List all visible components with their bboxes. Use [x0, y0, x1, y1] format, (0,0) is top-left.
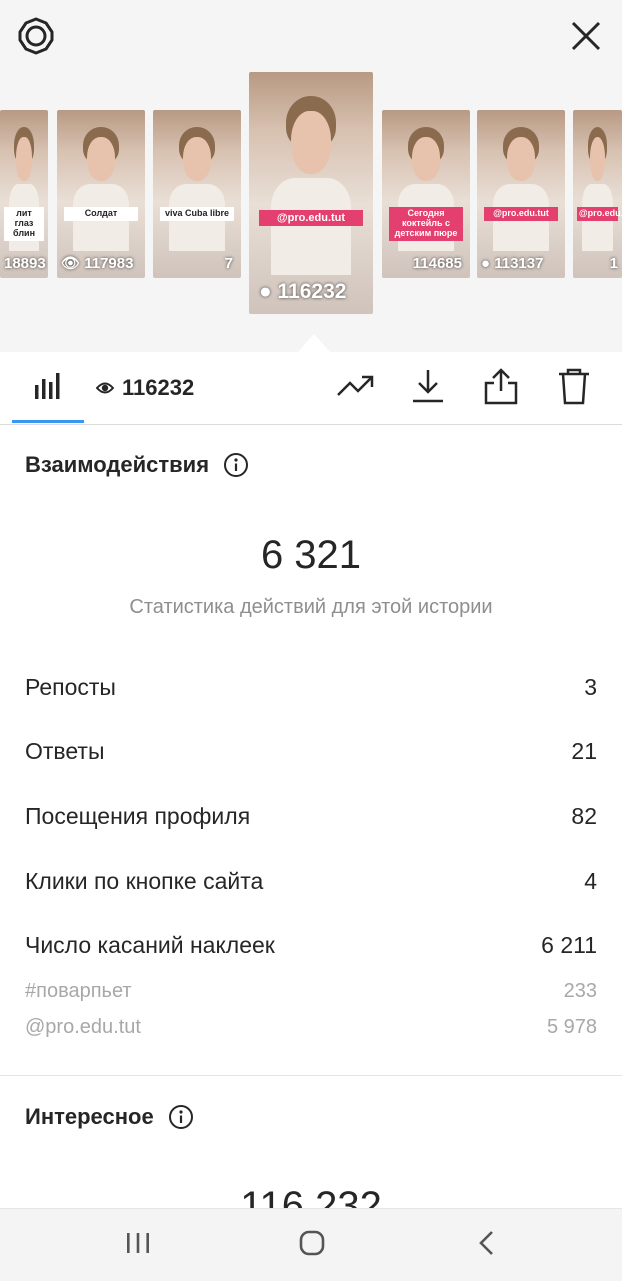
story-sticker: лит глаз блин: [3, 207, 45, 242]
stat-row-replies: Ответы 21: [25, 738, 597, 765]
sticker-row-mention: @pro.edu.tut 5 978: [25, 1016, 597, 1039]
story-view-count: 114685: [412, 255, 462, 272]
story-thumbnail[interactable]: @pro.edu.tut 1: [573, 110, 622, 278]
stat-row-website-clicks: Клики по кнопке сайта 4: [25, 868, 597, 895]
info-icon[interactable]: [168, 1104, 194, 1130]
story-thumbnail[interactable]: @pro.edu.tut ● 113137: [477, 110, 565, 278]
story-view-count: 7: [224, 255, 233, 272]
home-icon: [298, 1229, 326, 1262]
stat-value: 21: [571, 738, 597, 764]
interactions-total: 6 321: [260, 533, 362, 577]
stat-value: 6 211: [541, 932, 597, 958]
trend-button[interactable]: [332, 364, 380, 412]
bar-chart-icon: [33, 371, 63, 406]
story-thumbnail[interactable]: лит глаз блин 18893: [0, 110, 48, 278]
story-sticker: @pro.edu.tut: [258, 209, 364, 227]
eye-icon: [96, 381, 114, 395]
sticker-value: 233: [563, 980, 597, 1002]
story-thumbnail-selected[interactable]: @pro.edu.tut ● 116232: [249, 72, 373, 314]
recent-apps-button[interactable]: [116, 1223, 160, 1267]
sticker-row-hashtag: #поварпьет 233: [25, 980, 597, 1003]
selection-pointer: [298, 334, 330, 352]
back-button[interactable]: [465, 1223, 509, 1267]
trending-up-icon: [336, 373, 376, 404]
stat-value: 4: [584, 868, 597, 894]
interactions-subtitle: Статистика действий для этой истории: [129, 596, 493, 618]
back-chevron-icon: [477, 1230, 497, 1261]
stat-label: Клики по кнопке сайта: [25, 868, 264, 894]
stat-label: Посещения профиля: [25, 803, 251, 829]
download-button[interactable]: [404, 364, 452, 412]
story-view-count: 18893: [4, 255, 46, 272]
story-thumbnail[interactable]: Солдат 👁 117983: [57, 110, 145, 278]
stat-label: Ответы: [25, 738, 105, 764]
story-toolbar: 116232: [0, 352, 622, 425]
share-icon: [484, 367, 518, 410]
story-view-count: 1: [609, 255, 618, 272]
active-tab-indicator: [12, 420, 84, 423]
share-button[interactable]: [477, 364, 525, 412]
stat-row-profile-visits: Посещения профиля 82: [25, 803, 597, 830]
close-icon[interactable]: [566, 16, 606, 56]
system-navigation-bar: [0, 1208, 622, 1281]
info-icon[interactable]: [223, 452, 249, 478]
story-sticker: Сегодня коктейль с детским пюре: [389, 207, 463, 242]
stat-label: Репосты: [25, 674, 116, 700]
story-sticker: @pro.edu.tut: [484, 207, 558, 222]
story-view-count: 👁 117983: [61, 255, 134, 272]
sticker-label: @pro.edu.tut: [25, 1016, 141, 1038]
story-sticker: Солдат: [64, 207, 138, 222]
story-view-count: ● 116232: [259, 280, 347, 303]
story-sticker: @pro.edu.tut: [576, 207, 622, 222]
sticker-value: 5 978: [546, 1016, 597, 1038]
views-count-value: 116232: [122, 375, 195, 400]
discovery-title: Интересное: [25, 1104, 194, 1130]
interactions-title: Взаимодействия: [25, 452, 249, 478]
delete-button[interactable]: [550, 364, 598, 412]
stat-label: Число касаний наклеек: [25, 932, 275, 958]
story-thumbnails: лит глаз блин 18893 Солдат 👁 117983 viva…: [0, 70, 622, 320]
stat-row-sticker-taps: Число касаний наклеек 6 211: [25, 932, 597, 959]
story-sticker: viva Cuba libre: [160, 207, 234, 222]
story-thumbnail[interactable]: Сегодня коктейль с детским пюре 114685: [382, 110, 470, 278]
story-view-count: ● 113137: [481, 255, 544, 272]
home-button[interactable]: [290, 1223, 334, 1267]
insights-tab[interactable]: [12, 352, 84, 424]
story-carousel-area: лит глаз блин 18893 Солдат 👁 117983 viva…: [0, 0, 622, 352]
stat-value: 82: [571, 803, 597, 829]
settings-gear-icon[interactable]: [16, 16, 56, 56]
discovery-total-partial: 116 232: [240, 1184, 382, 1208]
sticker-label: #поварпьет: [25, 980, 132, 1002]
views-count[interactable]: 116232: [96, 352, 194, 424]
recent-apps-icon: [125, 1231, 151, 1260]
stat-value: 3: [584, 674, 597, 700]
download-icon: [411, 368, 445, 409]
story-thumbnail[interactable]: viva Cuba libre 7: [153, 110, 241, 278]
trash-icon: [557, 367, 591, 410]
stat-row-reposts: Репосты 3: [25, 674, 597, 701]
section-divider: [0, 1075, 622, 1076]
